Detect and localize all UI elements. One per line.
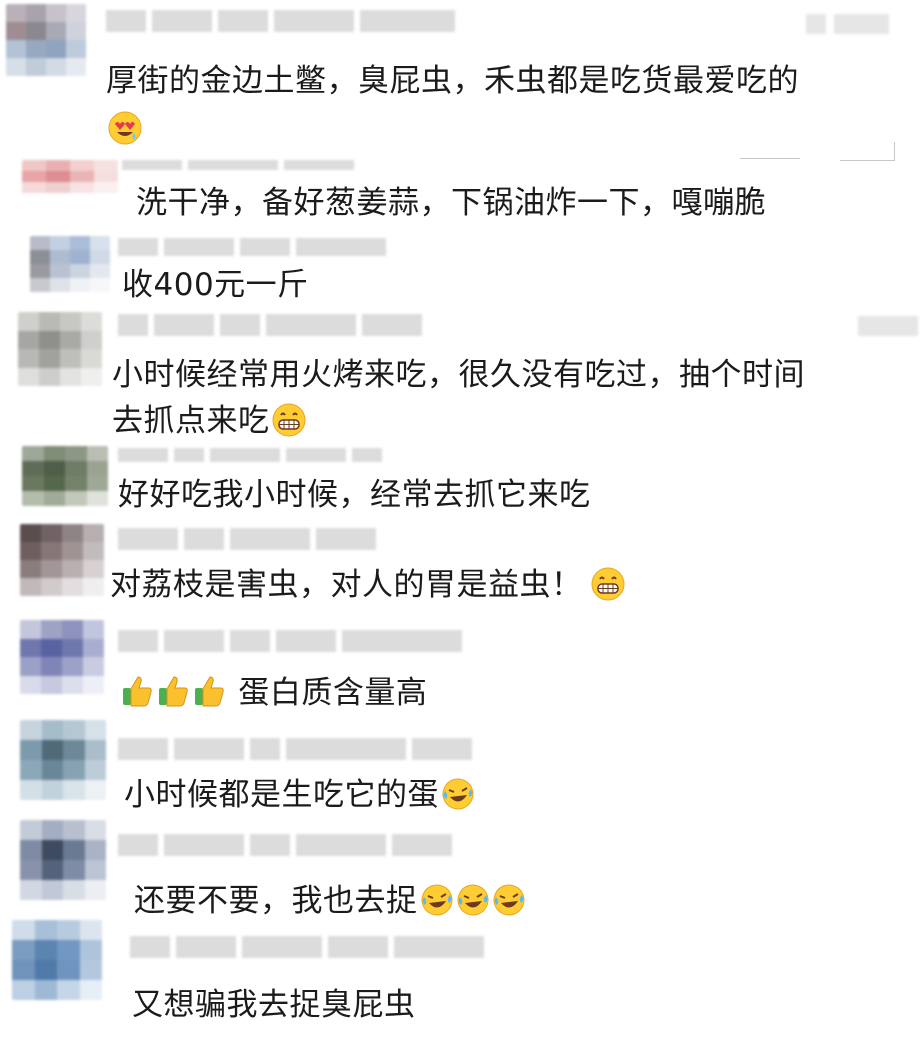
comment-text-line-2: 去抓点来吃 — [112, 400, 306, 442]
avatar[interactable] — [18, 312, 102, 386]
username-redacted — [118, 448, 382, 462]
username-redacted — [118, 314, 422, 336]
username-redacted — [118, 834, 452, 856]
thumbs-up-icons — [120, 675, 238, 711]
crying-laughing-face-icon — [457, 884, 488, 916]
avatar[interactable] — [20, 620, 104, 694]
username-redacted — [106, 10, 455, 32]
comment-text: 好好吃我小时候，经常去抓它来吃 — [118, 477, 591, 513]
avatar[interactable] — [20, 524, 104, 596]
username-redacted — [130, 936, 484, 958]
grinning-face-icon — [591, 567, 624, 601]
username-redacted — [118, 238, 386, 256]
avatar[interactable] — [22, 160, 118, 204]
comment-text-line-1: 小时候经常用火烤来吃，很久没有吃过，抽个时间 — [112, 357, 805, 393]
comment-text: 蛋白质含量高 — [120, 672, 427, 714]
crying-laughing-face-icon — [442, 778, 474, 810]
comment-text: 还要不要，我也去捉 — [134, 880, 526, 922]
avatar[interactable] — [20, 820, 106, 900]
thumbs-up-icon — [123, 676, 152, 707]
avatar[interactable] — [22, 446, 108, 506]
heart-eyes-face-icon — [108, 111, 142, 145]
avatar[interactable] — [12, 920, 102, 1000]
comment-text: 对荔枝是害虫，对人的胃是益虫！ — [110, 564, 625, 606]
comment-emoji-line — [106, 108, 142, 150]
comment-text: 洗干净，备好葱姜蒜，下锅油炸一下，嘎嘣脆 — [136, 185, 766, 221]
grinning-face-icon — [272, 403, 305, 437]
avatar[interactable] — [30, 236, 110, 292]
comment-text: 收400元一斤 — [122, 267, 309, 303]
thumbs-up-icon — [159, 676, 188, 707]
crying-laughing-face-icon — [493, 884, 524, 916]
username-redacted — [118, 528, 376, 550]
comment-text: 厚街的金边土鳖，臭屁虫，禾虫都是吃货最爱吃的 — [106, 63, 799, 99]
avatar[interactable] — [20, 720, 106, 800]
meta-redacted — [806, 14, 889, 34]
avatar[interactable] — [6, 4, 86, 76]
divider — [840, 142, 895, 161]
meta-redacted — [858, 316, 918, 336]
divider — [740, 158, 800, 159]
comment-text: 又想骗我去捉臭屁虫 — [132, 987, 416, 1023]
username-redacted — [118, 738, 472, 760]
comment-text: 小时候都是生吃它的蛋 — [124, 774, 475, 816]
crying-laughing-face-icon — [421, 884, 452, 916]
thumbs-up-icon — [195, 676, 224, 707]
username-redacted — [118, 630, 462, 652]
username-redacted — [122, 160, 354, 170]
